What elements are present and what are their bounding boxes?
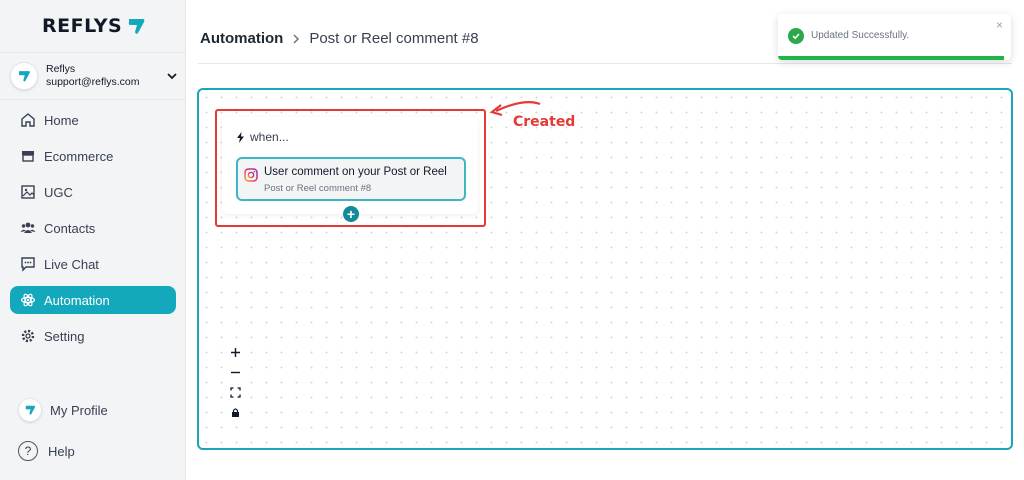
plus-icon [230,347,240,357]
lock-button[interactable] [224,402,246,422]
brand-mark-icon [128,19,145,34]
home-icon [21,113,35,127]
trigger-item-instagram-comment[interactable]: User comment on your Post or Reel Post o… [236,157,466,201]
zoom-out-button[interactable] [224,362,246,382]
sidebar-item-help[interactable]: ? Help [10,437,176,465]
brand-name: REFLYS [42,15,123,37]
users-icon [20,222,36,233]
toast-message: Updated Successfully. [811,30,910,41]
sidebar-item-automation[interactable]: Automation [10,286,176,314]
sidebar-item-label: Live Chat [44,256,99,272]
lock-icon [231,407,239,417]
sidebar-item-label: Setting [44,328,85,344]
automation-icon [20,293,36,307]
sidebar-item-label: Home [44,112,79,128]
account-avatar [10,62,38,90]
lightning-icon [237,131,244,143]
sidebar-item-label: Automation [44,292,110,308]
trigger-item-subtitle: Post or Reel comment #8 [264,183,372,194]
minus-icon [230,371,240,373]
account-switcher[interactable]: Reflys support@reflys.com [0,52,186,100]
brand-mark-icon [18,71,30,82]
sidebar-item-setting[interactable]: Setting [10,322,176,350]
toast-progress-bar [778,56,1004,60]
account-email: support@reflys.com [46,76,140,88]
breadcrumb-root-link[interactable]: Automation [200,30,283,47]
page-title: Post or Reel comment #8 [309,30,479,47]
chevron-right-icon [293,33,300,44]
sidebar-item-label: UGC [44,184,73,200]
logo[interactable]: REFLYS [42,14,146,38]
sidebar-item-ecommerce[interactable]: Ecommerce [10,142,176,170]
trigger-item-title: User comment on your Post or Reel [264,166,447,178]
annotation-label: Created [513,114,576,130]
chat-icon [21,257,35,272]
account-name: Reflys [46,63,76,75]
brand-mark-icon [25,405,35,415]
chevron-down-icon[interactable] [166,70,178,82]
sidebar-item-home[interactable]: Home [10,106,176,134]
header-divider [198,63,1012,64]
canvas-controls [224,342,246,422]
profile-avatar [18,398,42,422]
sidebar-item-ugc[interactable]: UGC [10,178,176,206]
trigger-heading: when... [236,130,289,144]
sidebar-item-label: Contacts [44,220,96,236]
instagram-icon [244,168,258,182]
trigger-heading-text: when... [250,130,289,144]
breadcrumb: Automation Post or Reel comment #8 [200,30,479,47]
sidebar-item-my-profile[interactable]: My Profile [10,396,176,424]
help-label: Help [48,443,75,459]
sidebar-nav: Home Ecommerce UGC Contacts Live Chat Au… [10,106,176,358]
zoom-in-button[interactable] [224,342,246,362]
sidebar: REFLYS Reflys support@reflys.com Home Ec… [0,0,186,480]
sidebar-item-live-chat[interactable]: Live Chat [10,250,176,278]
check-circle-icon [788,28,804,44]
help-icon: ? [18,441,38,461]
profile-label: My Profile [50,402,108,418]
toast-close-button[interactable]: × [996,18,1003,32]
sidebar-item-contacts[interactable]: Contacts [10,214,176,242]
success-toast: Updated Successfully. × [778,14,1011,60]
gear-icon [21,329,35,343]
image-icon [21,185,35,199]
sidebar-item-label: Ecommerce [44,148,114,164]
add-step-button[interactable]: + [343,206,359,222]
fullscreen-icon [229,386,241,398]
fit-view-button[interactable] [224,382,246,402]
store-icon [22,151,34,162]
